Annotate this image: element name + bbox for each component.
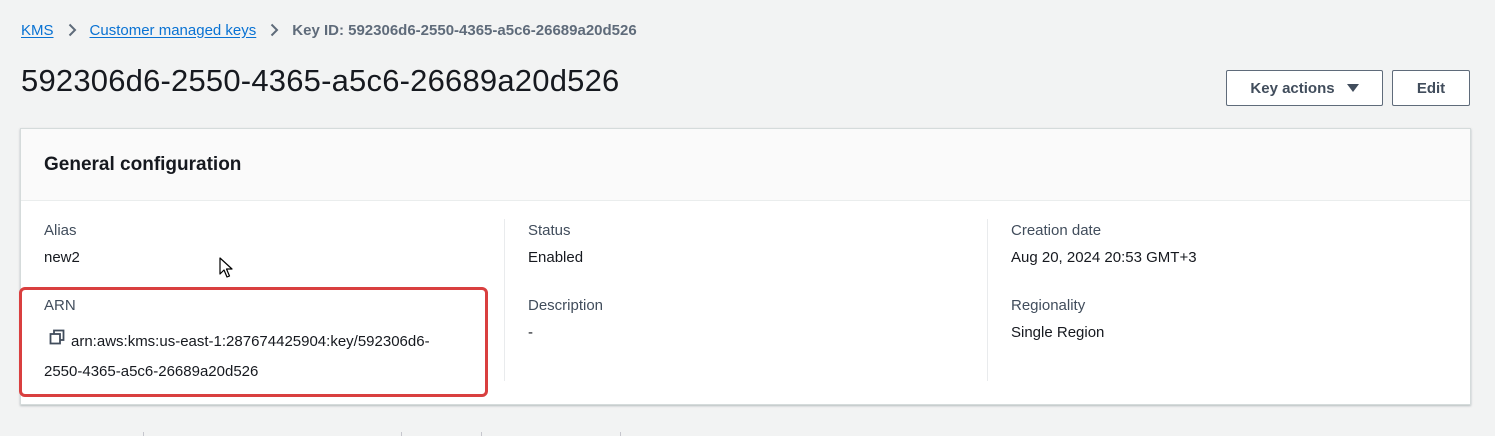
alias-value: new2 bbox=[44, 249, 80, 266]
edit-button[interactable]: Edit bbox=[1392, 70, 1470, 106]
mouse-pointer-icon bbox=[219, 257, 233, 284]
tab-divider bbox=[620, 432, 621, 436]
alias-label: Alias bbox=[44, 222, 77, 239]
panel-header: General configuration bbox=[21, 129, 1470, 201]
arn-value: arn:aws:kms:us-east-1:287674425904:key/5… bbox=[44, 327, 474, 387]
key-actions-button[interactable]: Key actions bbox=[1226, 70, 1383, 106]
status-label: Status bbox=[528, 222, 571, 239]
regionality-value: Single Region bbox=[1011, 324, 1105, 341]
creation-date-label: Creation date bbox=[1011, 222, 1102, 239]
breadcrumb: KMS Customer managed keys Key ID: 592306… bbox=[21, 20, 637, 40]
general-configuration-panel: General configuration Alias new2 ARN arn… bbox=[20, 128, 1471, 405]
tab-divider bbox=[401, 432, 402, 436]
status-value: Enabled bbox=[528, 249, 584, 266]
caret-down-icon bbox=[1346, 83, 1359, 93]
description-value: - bbox=[528, 324, 533, 341]
column-divider bbox=[504, 219, 505, 381]
chevron-right-icon bbox=[68, 23, 77, 37]
page-title: 592306d6-2550-4365-a5c6-26689a20d526 bbox=[21, 63, 620, 98]
creation-date-value: Aug 20, 2024 20:53 GMT+3 bbox=[1011, 249, 1197, 266]
breadcrumb-kms-link[interactable]: KMS bbox=[21, 22, 54, 39]
kms-key-detail-page: KMS Customer managed keys Key ID: 592306… bbox=[0, 0, 1495, 436]
chevron-right-icon bbox=[270, 23, 279, 37]
breadcrumb-customer-managed-keys-link[interactable]: Customer managed keys bbox=[90, 22, 257, 39]
regionality-label: Regionality bbox=[1011, 297, 1086, 314]
arn-label: ARN bbox=[44, 297, 76, 314]
panel-title: General configuration bbox=[44, 153, 242, 175]
arn-line-1: arn:aws:kms:us-east-1:287674425904:key/5… bbox=[71, 333, 430, 350]
description-label: Description bbox=[528, 297, 604, 314]
tab-divider bbox=[481, 432, 482, 436]
copy-icon[interactable] bbox=[49, 326, 65, 356]
key-actions-label: Key actions bbox=[1250, 79, 1335, 97]
column-divider bbox=[987, 219, 988, 381]
tab-divider bbox=[143, 432, 144, 436]
arn-line-2: 2550-4365-a5c6-26689a20d526 bbox=[44, 363, 259, 380]
breadcrumb-current-key: Key ID: 592306d6-2550-4365-a5c6-26689a20… bbox=[292, 21, 637, 39]
